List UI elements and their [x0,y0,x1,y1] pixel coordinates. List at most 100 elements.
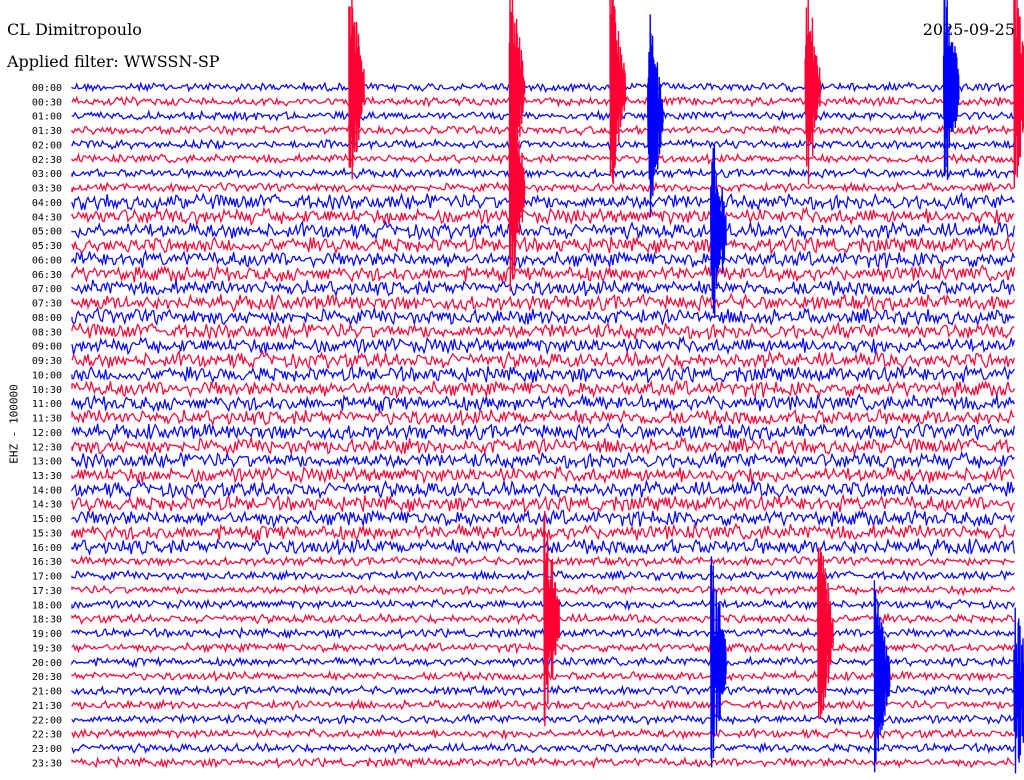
trace-line [71,306,1015,327]
trace-line [71,755,1015,770]
row-label: 17:30 [32,586,62,597]
row-label: 11:00 [32,399,62,410]
trace-line [71,137,1015,151]
trace-line [71,464,1015,485]
trace-line [71,393,1015,413]
row-label: 00:30 [32,97,62,108]
trace-line [71,583,1015,597]
trace-line [71,191,1015,212]
trace-line [71,713,1015,727]
event-spike [1013,607,1024,774]
trace-line [71,220,1015,241]
row-label: 06:00 [32,255,62,266]
trace-line [71,206,1015,226]
row-label: 20:30 [32,672,62,683]
row-labels: 00:00 00:30 01:00 01:30 02:00 02:30 03:00 03:30… [32,83,62,769]
event-spike [609,0,627,185]
helicorder-chart: 00:00 00:30 01:00 01:30 02:00 02:30 03:00 03:30… [32,0,1024,774]
row-label: 09:00 [32,342,62,353]
trace-line [71,95,1015,108]
trace-line [71,349,1015,370]
row-label: 21:00 [32,687,62,698]
event-spike [942,0,960,180]
trace-line [71,537,1015,558]
trace-line [71,522,1015,542]
row-label: 12:00 [32,428,62,439]
row-label: 04:30 [32,212,62,223]
event-spike [348,0,365,180]
row-label: 22:00 [32,715,62,726]
row-label: 18:30 [32,615,62,626]
trace-line [71,479,1015,500]
row-label: 07:30 [32,299,62,310]
row-label: 08:00 [32,313,62,324]
row-label: 03:30 [32,184,62,195]
row-label: 14:00 [32,485,62,496]
row-label: 00:00 [32,83,62,94]
row-label: 19:00 [32,629,62,640]
trace-line [71,493,1015,514]
row-label: 21:30 [32,701,62,712]
row-label: 20:00 [32,658,62,669]
row-label: 03:00 [32,169,62,180]
event-spike [873,580,891,773]
row-label: 19:30 [32,643,62,654]
trace-line [71,364,1015,384]
row-label: 14:30 [32,500,62,511]
trace-line [71,109,1015,123]
row-label: 09:30 [32,356,62,367]
row-label: 15:30 [32,528,62,539]
trace-line [71,379,1015,400]
row-label: 17:00 [32,572,62,583]
trace-line [71,569,1015,582]
row-label: 10:30 [32,385,62,396]
row-label: 23:00 [32,744,62,755]
trace-line [71,698,1015,712]
row-label: 23:30 [32,758,62,769]
trace-line [71,654,1015,669]
row-label: 05:30 [32,241,62,252]
trace-line [71,80,1015,94]
row-label: 04:00 [32,198,62,209]
row-label: 05:00 [32,227,62,238]
row-label: 08:30 [32,327,62,338]
row-label: 11:30 [32,414,62,425]
trace-line [71,124,1015,137]
trace-line [71,684,1015,697]
trace-line [71,263,1015,284]
trace-line [71,181,1015,194]
row-label: 02:30 [32,155,62,166]
trace-line [71,292,1015,313]
row-label: 10:00 [32,370,62,381]
row-label: 13:00 [32,457,62,468]
trace-line [71,152,1015,165]
row-label: 16:00 [32,543,62,554]
event-spike [1013,0,1024,188]
row-label: 01:00 [32,112,62,123]
trace-line [71,641,1015,655]
trace-line [71,335,1015,356]
trace-line [71,612,1015,626]
trace-line [71,278,1015,298]
row-label: 12:30 [32,442,62,453]
row-label: 02:00 [32,140,62,151]
row-label: 06:30 [32,270,62,281]
trace-line [71,421,1015,443]
trace-line [71,450,1015,471]
trace-line [71,626,1015,640]
row-label: 15:00 [32,514,62,525]
trace-line [71,235,1015,256]
row-label: 07:00 [32,284,62,295]
trace-line [71,669,1015,683]
row-label: 01:30 [32,126,62,137]
event-spike [817,547,834,719]
row-label: 22:30 [32,730,62,741]
event-spike [804,0,822,185]
trace-line [71,741,1015,755]
trace-line [71,320,1015,341]
trace-line [71,554,1015,568]
trace-line [71,727,1015,741]
trace-line [71,408,1015,427]
trace-line [71,598,1015,612]
trace-line [71,166,1015,180]
